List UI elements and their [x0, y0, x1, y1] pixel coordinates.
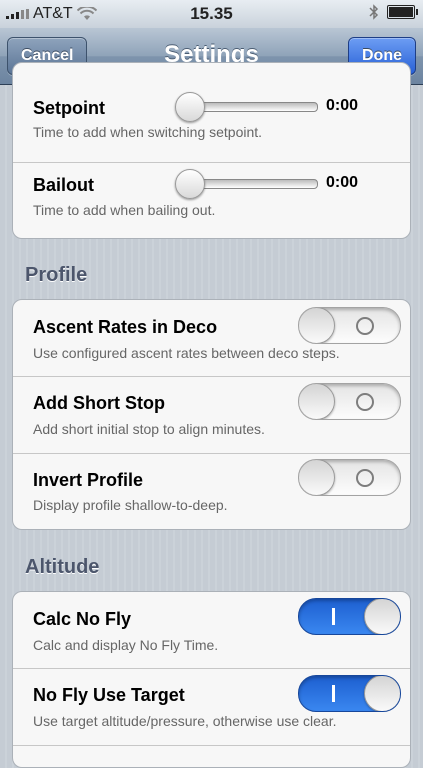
no-fly-use-target-label: No Fly Use Target — [33, 685, 185, 705]
invert-profile-description: Display profile shallow-to-deep. — [33, 497, 228, 513]
add-short-stop-toggle[interactable] — [298, 383, 401, 420]
calc-no-fly-label: Calc No Fly — [33, 609, 132, 629]
setpoint-slider-thumb[interactable] — [175, 92, 205, 122]
calc-no-fly-toggle[interactable] — [298, 598, 401, 635]
add-short-stop-row[interactable]: Add Short Stop Add short initial stop to… — [13, 377, 410, 453]
ascent-rates-description: Use configured ascent rates between deco… — [33, 345, 340, 361]
altitude-group: Calc No Fly Calc and display No Fly Time… — [12, 591, 411, 768]
calc-no-fly-row[interactable]: Calc No Fly Calc and display No Fly Time… — [13, 592, 410, 668]
battery-icon — [387, 5, 418, 19]
ascent-rates-toggle[interactable] — [298, 307, 401, 344]
ascent-rates-row[interactable]: Ascent Rates in Deco Use configured asce… — [13, 300, 410, 376]
bluetooth-icon — [369, 4, 379, 20]
bailout-slider-thumb[interactable] — [175, 169, 205, 199]
calc-no-fly-description: Calc and display No Fly Time. — [33, 637, 219, 653]
no-fly-use-target-description: Use target altitude/pressure, otherwise … — [33, 713, 337, 729]
add-short-stop-description: Add short initial stop to align minutes. — [33, 421, 265, 437]
no-fly-use-target-toggle[interactable] — [298, 675, 401, 712]
bailout-label: Bailout — [33, 175, 94, 195]
ascent-rates-label: Ascent Rates in Deco — [33, 317, 218, 337]
no-fly-use-target-row[interactable]: No Fly Use Target Use target altitude/pr… — [13, 669, 410, 745]
setpoint-description: Time to add when switching setpoint. — [33, 124, 263, 140]
add-short-stop-label: Add Short Stop — [33, 393, 165, 413]
bailout-description: Time to add when bailing out. — [33, 202, 216, 218]
bailout-row: Bailout 0:00 Time to add when bailing ou… — [13, 163, 410, 238]
bailout-value: 0:00 — [326, 174, 359, 191]
invert-profile-label: Invert Profile — [33, 470, 144, 490]
invert-profile-row[interactable]: Invert Profile Display profile shallow-t… — [13, 454, 410, 529]
invert-profile-toggle[interactable] — [298, 459, 401, 496]
altitude-section-header: Altitude — [25, 556, 100, 578]
setpoint-value: 0:00 — [326, 97, 359, 114]
setpoint-label: Setpoint — [33, 98, 105, 118]
profile-section-header: Profile — [25, 264, 88, 286]
profile-group: Ascent Rates in Deco Use configured asce… — [12, 299, 411, 530]
time-adjust-group: Setpoint 0:00 Time to add when switching… — [12, 62, 411, 239]
status-bar: AT&T 15.35 — [0, 0, 423, 28]
setpoint-row: Setpoint 0:00 Time to add when switching… — [13, 85, 410, 162]
status-time: 15.35 — [190, 4, 233, 23]
